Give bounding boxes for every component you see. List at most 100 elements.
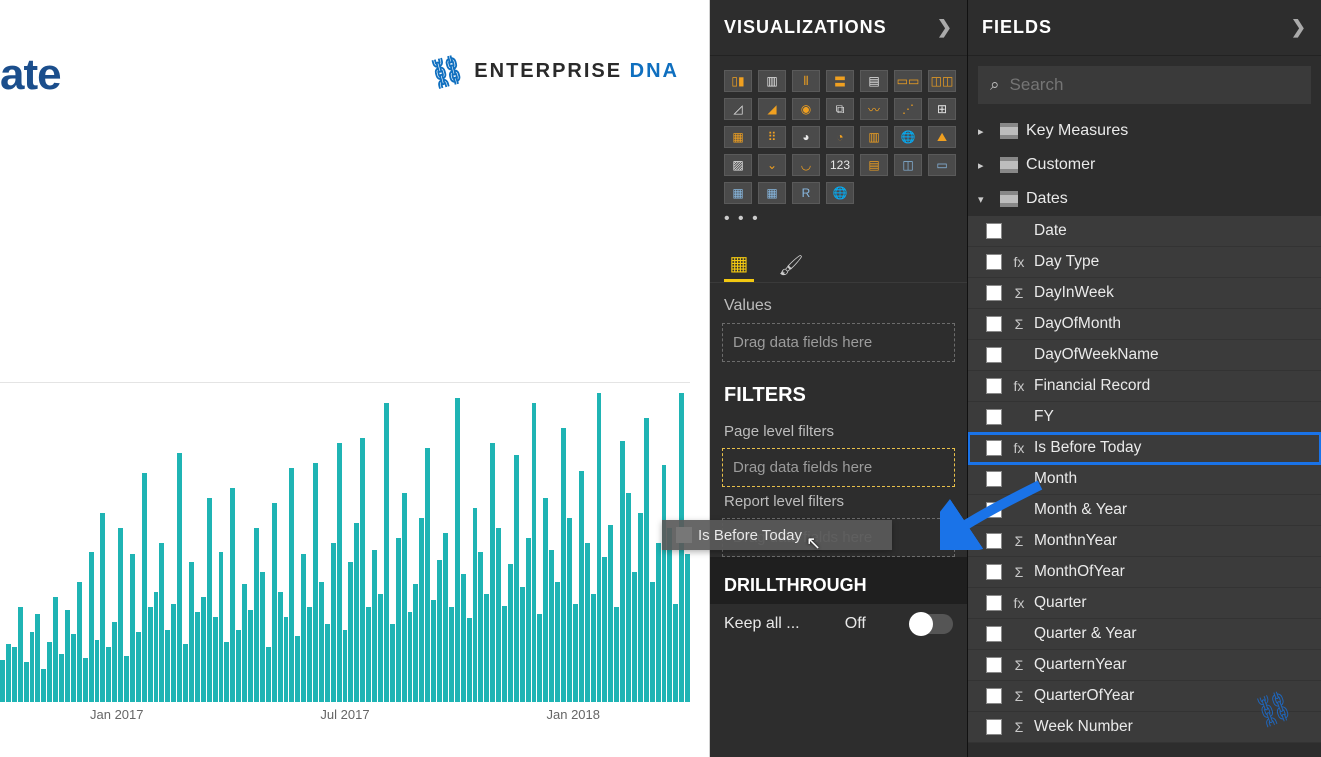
field-dayinweek[interactable]: ΣDayInWeek xyxy=(968,278,1321,309)
chart-bar[interactable] xyxy=(685,554,690,702)
chart-bar[interactable] xyxy=(567,518,572,702)
column-chart-visual[interactable]: Jan 2017 Jul 2017 Jan 2018 xyxy=(0,382,690,732)
fields-search[interactable]: ⌕ xyxy=(978,66,1311,104)
viz-type-tile[interactable]: ▥ xyxy=(860,126,888,148)
chart-bar[interactable] xyxy=(284,617,289,702)
chart-bar[interactable] xyxy=(360,438,365,702)
chart-bar[interactable] xyxy=(372,550,377,702)
viz-type-tile[interactable]: ▯▮ xyxy=(724,70,752,92)
chart-bar[interactable] xyxy=(41,669,46,702)
chart-bar[interactable] xyxy=(171,604,176,702)
chart-bar[interactable] xyxy=(626,493,631,702)
field-checkbox[interactable] xyxy=(986,688,1002,704)
chart-bar[interactable] xyxy=(207,498,212,702)
more-visuals-button[interactable]: • • • xyxy=(710,210,967,238)
field-quarterofyear[interactable]: ΣQuarterOfYear xyxy=(968,681,1321,712)
chart-bar[interactable] xyxy=(224,642,229,702)
chart-bar[interactable] xyxy=(77,582,82,702)
chart-bar[interactable] xyxy=(118,528,123,702)
chart-bar[interactable] xyxy=(313,463,318,702)
chart-bar[interactable] xyxy=(608,525,613,702)
viz-type-tile[interactable]: ◡ xyxy=(792,154,820,176)
viz-type-tile[interactable]: ▤ xyxy=(860,154,888,176)
field-checkbox[interactable] xyxy=(986,564,1002,580)
chart-bar[interactable] xyxy=(549,550,554,702)
viz-type-tile[interactable]: 〓 xyxy=(826,70,854,92)
chart-bar[interactable] xyxy=(219,552,224,702)
field-week-number[interactable]: ΣWeek Number xyxy=(968,712,1321,743)
chart-bar[interactable] xyxy=(183,644,188,702)
viz-type-tile[interactable]: ▤ xyxy=(860,70,888,92)
chart-bar[interactable] xyxy=(366,607,371,702)
chart-bar[interactable] xyxy=(467,618,472,702)
chart-bar[interactable] xyxy=(6,644,11,702)
field-monthnyear[interactable]: ΣMonthnYear xyxy=(968,526,1321,557)
viz-type-tile[interactable]: ▦ xyxy=(758,182,786,204)
chart-bar[interactable] xyxy=(260,572,265,702)
field-checkbox[interactable] xyxy=(986,285,1002,301)
table-dates[interactable]: ▾Dates xyxy=(968,182,1321,216)
chart-bar[interactable] xyxy=(35,614,40,702)
chart-bar[interactable] xyxy=(384,403,389,702)
chart-bar[interactable] xyxy=(289,468,294,702)
chart-bar[interactable] xyxy=(579,471,584,702)
chart-bar[interactable] xyxy=(573,604,578,702)
field-month-year[interactable]: Month & Year xyxy=(968,495,1321,526)
chart-bar[interactable] xyxy=(343,630,348,702)
chart-bar[interactable] xyxy=(478,552,483,702)
visualizations-header[interactable]: VISUALIZATIONS ❯ xyxy=(710,0,967,56)
fields-header[interactable]: FIELDS ❯ xyxy=(968,0,1321,56)
field-checkbox[interactable] xyxy=(986,316,1002,332)
chart-bar[interactable] xyxy=(532,403,537,702)
chart-bar[interactable] xyxy=(325,624,330,702)
chart-bar[interactable] xyxy=(614,607,619,702)
field-is-before-today[interactable]: fxIs Before Today xyxy=(968,433,1321,464)
viz-type-tile[interactable]: R xyxy=(792,182,820,204)
viz-type-tile[interactable]: ▦ xyxy=(724,182,752,204)
field-checkbox[interactable] xyxy=(986,533,1002,549)
chart-bar[interactable] xyxy=(402,493,407,702)
chart-bar[interactable] xyxy=(514,455,519,702)
field-dayofmonth[interactable]: ΣDayOfMonth xyxy=(968,309,1321,340)
chart-bar[interactable] xyxy=(278,592,283,702)
chart-bar[interactable] xyxy=(425,448,430,702)
chart-bar[interactable] xyxy=(656,543,661,703)
field-monthofyear[interactable]: ΣMonthOfYear xyxy=(968,557,1321,588)
chart-bar[interactable] xyxy=(242,584,247,702)
chart-bar[interactable] xyxy=(18,607,23,702)
chart-bar[interactable] xyxy=(449,607,454,702)
values-field-well[interactable]: Drag data fields here xyxy=(722,323,955,362)
field-financial-record[interactable]: fxFinancial Record xyxy=(968,371,1321,402)
chart-bar[interactable] xyxy=(667,528,672,702)
chart-bar[interactable] xyxy=(673,604,678,702)
viz-type-tile[interactable]: ◫◫ xyxy=(928,70,956,92)
chart-bar[interactable] xyxy=(408,612,413,702)
chart-bar[interactable] xyxy=(189,562,194,702)
viz-type-tile[interactable]: ▭ xyxy=(928,154,956,176)
chevron-right-icon[interactable]: ❯ xyxy=(937,17,953,38)
chart-bar[interactable] xyxy=(484,594,489,702)
viz-type-tile[interactable]: 🌐 xyxy=(826,182,854,204)
chart-bar[interactable] xyxy=(638,513,643,702)
chart-bar[interactable] xyxy=(0,660,5,702)
chart-bar[interactable] xyxy=(307,607,312,702)
field-checkbox[interactable] xyxy=(986,347,1002,363)
field-quarternyear[interactable]: ΣQuarternYear xyxy=(968,650,1321,681)
chart-bar[interactable] xyxy=(142,473,147,702)
field-checkbox[interactable] xyxy=(986,440,1002,456)
chart-bar[interactable] xyxy=(47,642,52,702)
chart-bar[interactable] xyxy=(597,393,602,702)
chart-bar[interactable] xyxy=(413,584,418,702)
chart-bar[interactable] xyxy=(154,592,159,702)
chart-bar[interactable] xyxy=(561,428,566,702)
chart-bar[interactable] xyxy=(650,582,655,702)
chart-bar[interactable] xyxy=(30,632,35,702)
chart-bar[interactable] xyxy=(502,606,507,702)
viz-type-tile[interactable]: ⧉ xyxy=(826,98,854,120)
chart-bar[interactable] xyxy=(236,630,241,702)
field-checkbox[interactable] xyxy=(986,502,1002,518)
chart-bar[interactable] xyxy=(130,554,135,702)
chart-bar[interactable] xyxy=(490,443,495,702)
keep-all-filters-toggle[interactable] xyxy=(911,614,953,634)
chart-bar[interactable] xyxy=(390,624,395,702)
